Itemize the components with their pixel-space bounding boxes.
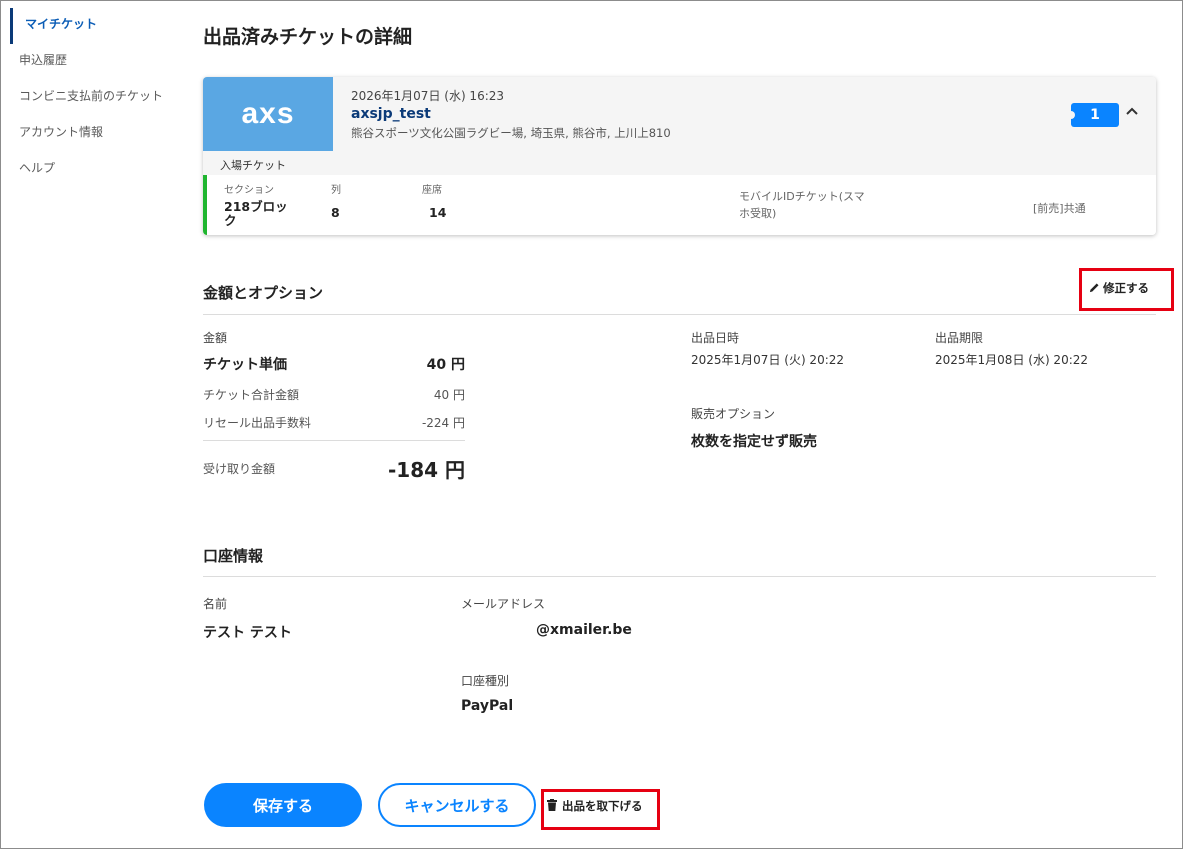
option-value: 枚数を指定せず販売 — [691, 434, 817, 450]
receive-value: -184 円 — [387, 458, 465, 482]
row-label: 列 — [331, 185, 341, 196]
event-date: 2026年1月07日 (水) 16:23 — [351, 89, 505, 103]
divider — [203, 576, 1156, 577]
fee-value: -224 円 — [421, 416, 465, 430]
trash-icon — [547, 798, 557, 814]
receive-label: 受け取り金額 — [203, 462, 276, 476]
ticket-type: 入場チケット — [220, 159, 286, 172]
total-value: 40 円 — [433, 388, 465, 402]
deadline-value: 2025年1月08日 (水) 20:22 — [935, 353, 1089, 367]
divider — [203, 314, 1156, 315]
ticket-count-badge: 1 — [1067, 103, 1119, 127]
listed-date-value: 2025年1月07日 (火) 20:22 — [691, 353, 845, 367]
account-type-label: 口座種別 — [461, 674, 510, 688]
event-venue: 熊谷スポーツ文化公園ラグビー場, 埼玉県, 熊谷市, 上川上810 — [351, 126, 671, 140]
price-section-title: 金額とオプション — [203, 284, 324, 302]
section-value: 218ブロック — [224, 199, 288, 228]
email-label: メールアドレス — [461, 597, 546, 611]
sidebar-item-account[interactable]: アカウント情報 — [10, 116, 185, 152]
event-name: axsjp_test — [351, 106, 431, 122]
unit-price-value: 40 円 — [426, 357, 465, 373]
section-label: セクション — [224, 185, 274, 196]
remove-listing-label: 出品を取下げる — [562, 799, 643, 813]
sidebar-item-my-tickets[interactable]: マイチケット — [10, 8, 185, 44]
ticket-card-header: axs 2026年1月07日 (水) 16:23 axsjp_test 熊谷スポ… — [203, 77, 1156, 175]
row-value: 8 — [331, 205, 340, 220]
event-logo: axs — [203, 77, 333, 151]
price-type: [前売]共通 — [1033, 202, 1086, 215]
amount-label: 金額 — [203, 331, 228, 345]
chevron-up-icon[interactable] — [1126, 103, 1138, 119]
seat-label: 座席 — [422, 185, 442, 196]
save-button[interactable]: 保存する — [204, 783, 362, 827]
sidebar-item-history[interactable]: 申込履歴 — [10, 44, 185, 80]
account-section-title: 口座情報 — [203, 547, 264, 565]
listed-date-label: 出品日時 — [691, 331, 740, 345]
seat-value: 14 — [429, 205, 447, 220]
name-value: テスト テスト — [203, 625, 292, 641]
edit-button[interactable]: 修正する — [1089, 280, 1149, 296]
remove-listing-button[interactable]: 出品を取下げる — [547, 798, 643, 814]
email-value: @xmailer.be — [536, 622, 632, 638]
pencil-icon — [1089, 282, 1100, 296]
total-label: チケット合計金額 — [203, 388, 300, 402]
seat-row: セクション 218ブロック 列 8 座席 14 モバイルIDチケット(スマホ受取… — [203, 175, 1156, 235]
fee-label: リセール出品手数料 — [203, 416, 312, 430]
divider — [203, 440, 465, 441]
page-title: 出品済みチケットの詳細 — [203, 26, 413, 48]
sidebar-item-convenience-store[interactable]: コンビニ支払前のチケット — [10, 80, 185, 116]
option-label: 販売オプション — [691, 407, 776, 421]
cancel-button[interactable]: キャンセルする — [378, 783, 536, 827]
unit-price-label: チケット単価 — [203, 357, 287, 373]
ticket-card: axs 2026年1月07日 (水) 16:23 axsjp_test 熊谷スポ… — [203, 77, 1156, 235]
sidebar: マイチケット 申込履歴 コンビニ支払前のチケット アカウント情報 ヘルプ — [10, 8, 185, 188]
delivery-method: モバイルIDチケット(スマホ受取) — [739, 190, 865, 220]
name-label: 名前 — [203, 597, 228, 611]
deadline-label: 出品期限 — [935, 331, 984, 345]
account-type-value: PayPal — [461, 698, 514, 714]
sidebar-item-help[interactable]: ヘルプ — [10, 152, 185, 188]
edit-label: 修正する — [1103, 281, 1149, 295]
